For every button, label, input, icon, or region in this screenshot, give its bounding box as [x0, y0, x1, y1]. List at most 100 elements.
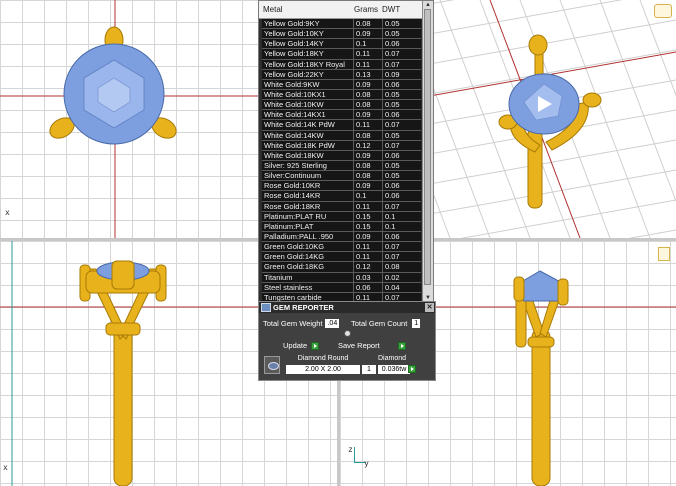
- axis-y-label: y: [364, 459, 369, 468]
- table-row[interactable]: Yellow Gold:10KY 0.09 0.05: [262, 29, 421, 40]
- cell-dwt: 0.05: [385, 19, 400, 29]
- cell-grams: 0.09: [354, 150, 383, 160]
- metal-table-header: Metal Grams DWT: [259, 1, 423, 19]
- gem-reporter-icon: [261, 303, 271, 312]
- table-row[interactable]: Rose Gold:10KR 0.09 0.06: [262, 181, 421, 192]
- cell-grams: 0.11: [354, 242, 383, 252]
- total-gem-weight-value[interactable]: .04: [325, 319, 340, 328]
- cell-metal: White Gold:18KW: [262, 150, 354, 160]
- cell-grams: 0.09: [354, 110, 383, 120]
- table-row[interactable]: Green Gold:14KG 0.11 0.07: [262, 252, 421, 263]
- cell-dwt: 0.06: [385, 39, 400, 49]
- cell-grams: 0.13: [354, 69, 383, 79]
- cell-dwt: 0.1: [385, 221, 396, 231]
- gem-reporter-titlebar[interactable]: GEM REPORTER ✕: [259, 302, 435, 313]
- gem-shape-header: Diamond Round: [297, 355, 349, 362]
- cell-grams: 0.09: [354, 29, 383, 39]
- cell-dwt: 0.06: [385, 232, 400, 242]
- table-row[interactable]: Silver: 925 Sterling 0.08 0.05: [262, 160, 421, 172]
- table-row[interactable]: White Gold:10KW 0.08 0.05: [262, 100, 421, 111]
- cell-dwt: 0.09: [385, 69, 400, 79]
- header-metal[interactable]: Metal: [259, 5, 354, 14]
- table-row[interactable]: Green Gold:10KG 0.11 0.07: [262, 242, 421, 253]
- cell-dwt: 0.06: [385, 110, 400, 120]
- cell-dwt: 0.07: [385, 252, 400, 262]
- cell-dwt: 0.07: [385, 201, 400, 211]
- axis-gizmo-icon: z y: [348, 445, 369, 468]
- cell-dwt: 0.05: [385, 100, 400, 110]
- cell-grams: 0.15: [354, 211, 383, 221]
- table-row[interactable]: Yellow Gold:9KY 0.08 0.05: [262, 19, 421, 30]
- cell-dwt: 0.05: [385, 130, 400, 140]
- scrollbar-thumb[interactable]: [424, 9, 431, 285]
- table-row[interactable]: Steel stainless 0.06 0.04: [262, 282, 421, 293]
- gem-count-value: 1: [362, 365, 376, 374]
- scroll-up-icon[interactable]: ▲: [423, 1, 433, 9]
- update-button[interactable]: Update: [283, 341, 320, 350]
- view-cube-icon[interactable]: [654, 4, 672, 18]
- save-report-button[interactable]: Save Report: [338, 341, 406, 350]
- table-row[interactable]: White Gold:14K PdW 0.11 0.07: [262, 120, 421, 131]
- table-row[interactable]: Yellow Gold:14KY 0.1 0.06: [262, 39, 421, 50]
- header-dwt[interactable]: DWT: [382, 5, 412, 14]
- cell-metal: Platinum:PLAT: [262, 221, 354, 231]
- cell-dwt: 0.05: [385, 171, 400, 181]
- gem-reporter-panel: GEM REPORTER ✕ Total Gem Weight .04 Tota…: [258, 301, 436, 381]
- cell-dwt: 0.06: [385, 191, 400, 201]
- axis-x-label: x: [5, 208, 10, 217]
- view-cube-icon[interactable]: [658, 247, 670, 261]
- cell-metal: Platinum:PLAT RU: [262, 211, 354, 221]
- gem-row-action-icon[interactable]: [408, 365, 416, 373]
- gem-reporter-title: GEM REPORTER: [273, 303, 334, 312]
- table-row[interactable]: White Gold:10KX1 0.08 0.05: [262, 89, 421, 101]
- metal-weight-panel: Metal Grams DWT Yellow Gold:9KY 0.08 0.05 Y…: [258, 0, 434, 303]
- table-row[interactable]: White Gold:9KW 0.09 0.06: [262, 79, 421, 90]
- gem-weight-value: 0.036tw: [378, 365, 410, 374]
- cell-grams: 0.09: [354, 181, 383, 191]
- cell-grams: 0.11: [354, 120, 383, 130]
- collapse-icon[interactable]: [344, 330, 351, 337]
- table-row[interactable]: White Gold:14KW 0.08 0.05: [262, 130, 421, 141]
- table-row[interactable]: Platinum:PLAT RU 0.15 0.1: [262, 211, 421, 222]
- table-row[interactable]: Platinum:PLAT 0.15 0.1: [262, 221, 421, 232]
- cell-metal: White Gold:18K PdW: [262, 140, 354, 150]
- total-gem-count-label: Total Gem Count: [351, 319, 408, 328]
- table-row[interactable]: White Gold:18KW 0.09 0.06: [262, 150, 421, 161]
- table-row[interactable]: Yellow Gold:18KY 0.11 0.07: [262, 49, 421, 60]
- table-row[interactable]: Rose Gold:14KR 0.1 0.06: [262, 191, 421, 202]
- cell-dwt: 0.04: [385, 282, 400, 292]
- total-gem-count-value[interactable]: 1: [412, 319, 421, 328]
- cell-metal: Rose Gold:18KR: [262, 201, 354, 211]
- play-icon: [397, 341, 406, 350]
- cell-metal: Yellow Gold:9KY: [262, 19, 354, 29]
- cell-dwt: 0.07: [385, 59, 400, 69]
- cell-metal: White Gold:10KX1: [262, 89, 354, 100]
- header-grams[interactable]: Grams: [354, 5, 382, 14]
- update-button-label: Update: [283, 341, 308, 350]
- table-row[interactable]: Yellow Gold:18KY Royal 0.11 0.07: [262, 59, 421, 70]
- total-gem-weight: Total Gem Weight .04: [263, 319, 340, 328]
- cell-grams: 0.09: [354, 231, 383, 242]
- table-row[interactable]: White Gold:14KX1 0.09 0.06: [262, 110, 421, 121]
- axis-x-label: x: [3, 463, 8, 472]
- cell-dwt: 0.07: [385, 242, 400, 252]
- table-row[interactable]: Titanium 0.03 0.02: [262, 272, 421, 283]
- table-row[interactable]: Yellow Gold:22KY 0.13 0.09: [262, 69, 421, 80]
- gem-list: Diamond Round Diamond 2.00 X 2.00 1 0.03…: [264, 354, 432, 376]
- cell-grams: 0.11: [354, 49, 383, 59]
- cell-dwt: 0.05: [385, 29, 400, 39]
- table-row[interactable]: Rose Gold:18KR 0.11 0.07: [262, 201, 421, 212]
- cell-grams: 0.11: [354, 59, 383, 69]
- close-icon[interactable]: ✕: [425, 303, 434, 312]
- cell-metal: Rose Gold:10KR: [262, 181, 354, 191]
- table-row[interactable]: White Gold:18K PdW 0.12 0.07: [262, 140, 421, 151]
- cell-metal: White Gold:10KW: [262, 100, 354, 110]
- cell-grams: 0.08: [354, 89, 383, 100]
- cell-grams: 0.11: [354, 201, 383, 211]
- cell-grams: 0.06: [354, 282, 383, 292]
- table-row[interactable]: Palladium:PALL .950 0.09 0.06: [262, 231, 421, 243]
- table-row[interactable]: Green Gold:18KG 0.12 0.08: [262, 262, 421, 273]
- metal-table-scrollbar[interactable]: ▲ ▼: [422, 1, 433, 302]
- table-row[interactable]: Silver:Continuum 0.08 0.05: [262, 171, 421, 182]
- cell-grams: 0.08: [354, 171, 383, 181]
